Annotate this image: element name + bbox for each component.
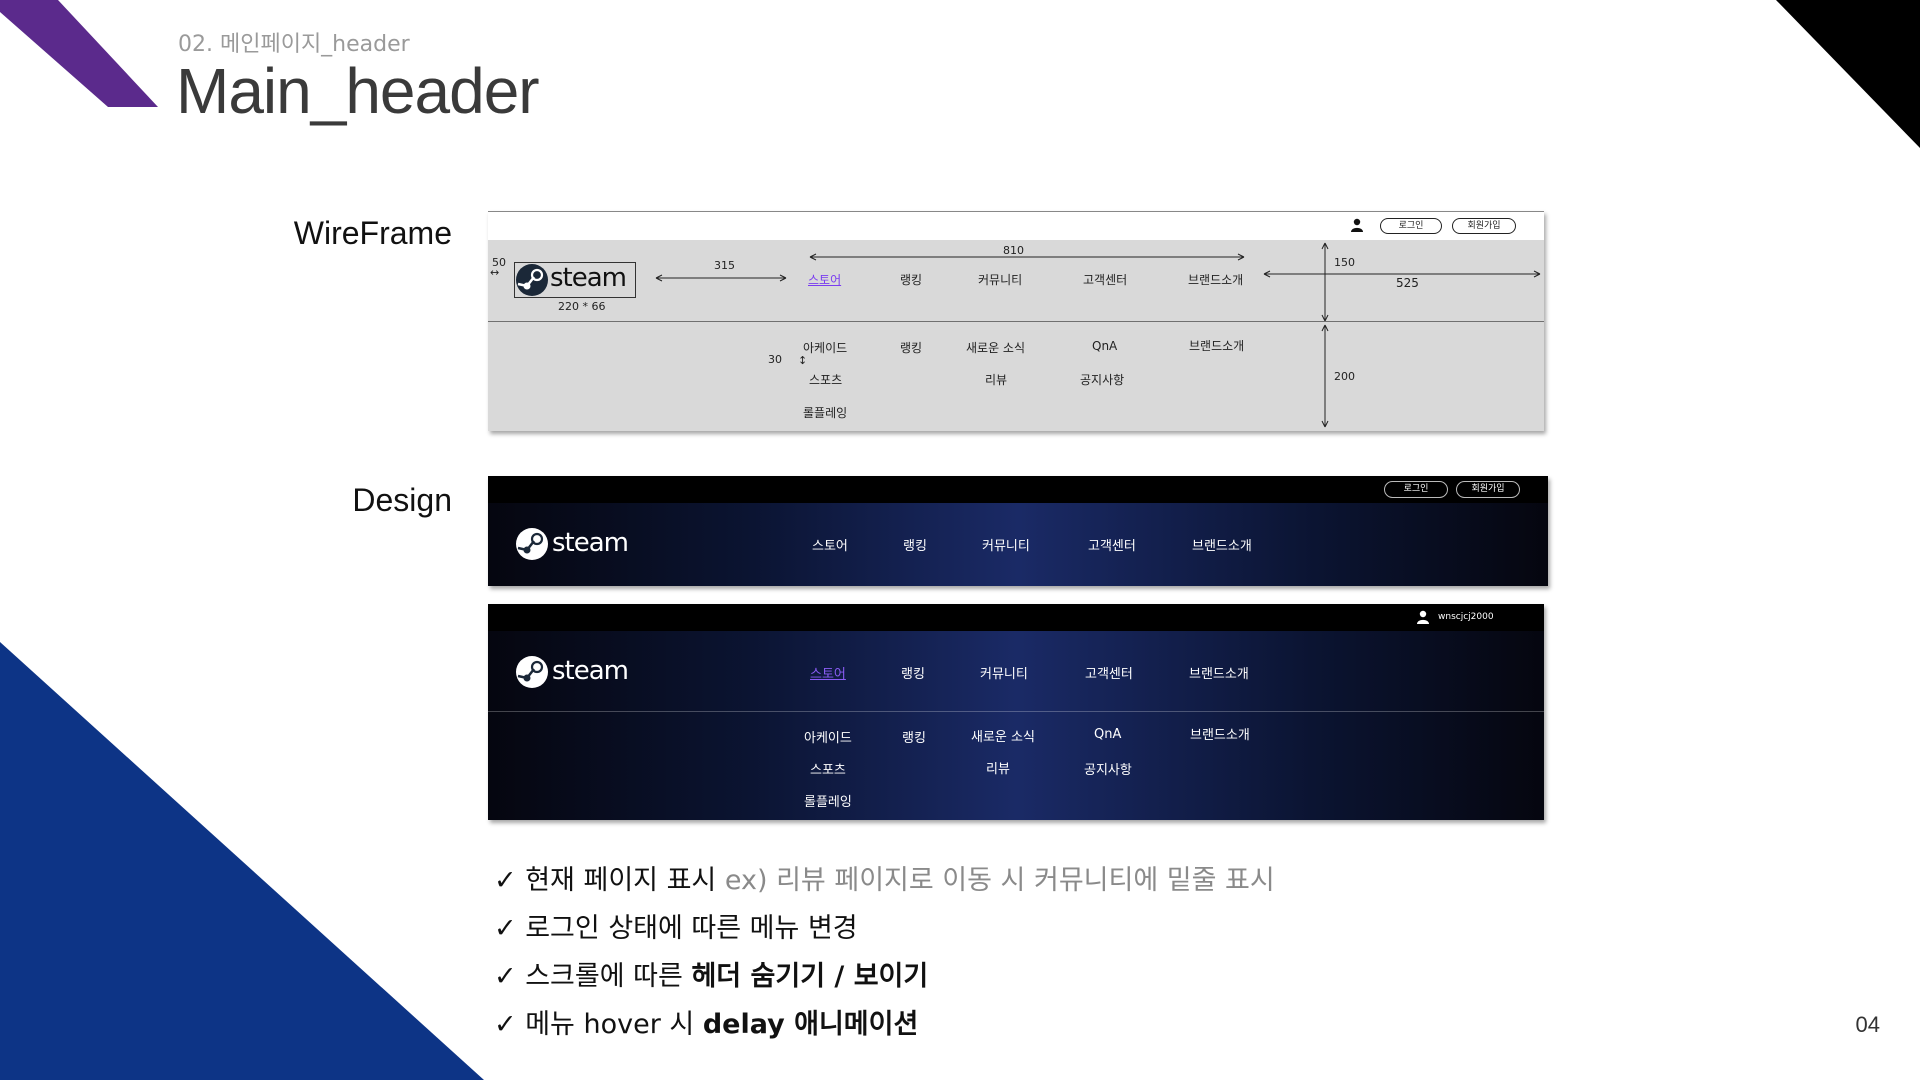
design2-sub-ranking[interactable]: 랭킹 xyxy=(902,727,926,746)
wf-sub-arcade[interactable]: 아케이드 xyxy=(803,339,847,356)
dim-50-arrow: ↔ xyxy=(490,266,500,279)
slide-title: Main_header xyxy=(176,55,540,127)
dim-150-label: 150 xyxy=(1334,256,1355,269)
wf-sub-roleplaying[interactable]: 롤플레잉 xyxy=(803,404,847,421)
design2-sub-qna[interactable]: QnA xyxy=(1094,727,1121,742)
wf-sub-brand[interactable]: 브랜드소개 xyxy=(1189,337,1244,354)
logo-size-label: 220 * 66 xyxy=(558,300,606,313)
wf-nav-store[interactable]: 스토어 xyxy=(808,271,841,288)
login-button[interactable]: 로그인 xyxy=(1380,218,1442,234)
dim-150-arrow xyxy=(1321,242,1329,322)
design1-signup-button[interactable]: 회원가입 xyxy=(1456,481,1520,498)
steam-logo-icon xyxy=(516,264,548,296)
dim-315-arrow xyxy=(655,274,787,282)
wf-nav-community[interactable]: 커뮤니티 xyxy=(978,271,1022,288)
wf-sub-ranking[interactable]: 랭킹 xyxy=(900,339,922,356)
dim-315-label: 315 xyxy=(714,259,735,272)
wireframe-logo-text: steam xyxy=(550,263,627,293)
wireframe-top-bar: 로그인 회원가입 xyxy=(488,211,1544,240)
dim-810-arrow xyxy=(809,253,1245,261)
design1-nav-ranking[interactable]: 랭킹 xyxy=(903,535,927,554)
design2-nav-brand[interactable]: 브랜드소개 xyxy=(1189,663,1249,682)
design2-sub-arcade[interactable]: 아케이드 xyxy=(804,727,852,746)
design2-logo-text: steam xyxy=(552,656,629,686)
wf-sub-review[interactable]: 리뷰 xyxy=(985,371,1007,388)
wf-nav-support[interactable]: 고객센터 xyxy=(1083,271,1127,288)
design1-nav-brand[interactable]: 브랜드소개 xyxy=(1192,535,1252,554)
design2-top-bar: wnscjcj2000 xyxy=(488,604,1544,631)
blue-corner-triangle xyxy=(0,642,484,1080)
design2-nav-ranking[interactable]: 랭킹 xyxy=(901,663,925,682)
design1-nav-community[interactable]: 커뮤니티 xyxy=(982,535,1030,554)
wf-sub-sports[interactable]: 스포츠 xyxy=(809,371,842,388)
design-label: Design xyxy=(352,482,452,518)
dim-30-label: 30 xyxy=(768,353,782,366)
note-scroll-header: ✓ 스크롤에 따른 헤더 숨기기 / 보이기 xyxy=(494,961,929,992)
design1-top-bar: 로그인 회원가입 xyxy=(488,476,1548,503)
username-label[interactable]: wnscjcj2000 xyxy=(1438,612,1494,622)
check-icon: ✓ xyxy=(494,1009,517,1040)
wf-sub-notice[interactable]: 공지사항 xyxy=(1080,371,1124,388)
design2-nav-community[interactable]: 커뮤니티 xyxy=(980,663,1028,682)
check-icon: ✓ xyxy=(494,961,517,992)
wireframe-divider xyxy=(488,321,1544,322)
wireframe-header: 로그인 회원가입 50 ↔ steam 220 * 66 315 810 스토어… xyxy=(488,211,1544,431)
wf-nav-ranking[interactable]: 랭킹 xyxy=(900,271,922,288)
dim-200-arrow xyxy=(1321,324,1329,428)
design1-nav-store[interactable]: 스토어 xyxy=(812,535,848,554)
wf-sub-news[interactable]: 새로운 소식 xyxy=(966,339,1025,356)
dim-525-label: 525 xyxy=(1396,276,1419,290)
wf-sub-qna[interactable]: QnA xyxy=(1092,339,1117,353)
check-icon: ✓ xyxy=(494,913,517,944)
dim-200-label: 200 xyxy=(1334,370,1355,383)
wf-nav-brand[interactable]: 브랜드소개 xyxy=(1188,271,1243,288)
design2-sub-notice[interactable]: 공지사항 xyxy=(1084,759,1132,778)
steam-logo-icon xyxy=(516,656,548,688)
design2-sub-sports[interactable]: 스포츠 xyxy=(810,759,846,778)
design2-nav-support[interactable]: 고객센터 xyxy=(1085,663,1133,682)
design2-sub-roleplaying[interactable]: 롤플레잉 xyxy=(804,791,852,810)
design2-divider xyxy=(488,711,1544,712)
design2-nav-store-active[interactable]: 스토어 xyxy=(810,663,846,682)
design1-logo-text: steam xyxy=(552,528,629,558)
user-icon xyxy=(1417,610,1429,624)
note-hover-delay: ✓ 메뉴 hover 시 delay 애니메이션 xyxy=(494,1009,919,1040)
design2-sub-news[interactable]: 새로운 소식 xyxy=(971,726,1035,745)
signup-button[interactable]: 회원가입 xyxy=(1452,218,1516,234)
wireframe-label: WireFrame xyxy=(293,215,452,251)
user-icon xyxy=(1351,218,1363,232)
design-header-logged-in: wnscjcj2000 steam 스토어 랭킹 커뮤니티 고객센터 브랜드소개… xyxy=(488,604,1544,820)
page-number: 04 xyxy=(1855,1012,1880,1037)
note-login-menu: ✓ 로그인 상태에 따른 메뉴 변경 xyxy=(494,913,858,944)
steam-logo-icon xyxy=(516,528,548,560)
black-corner-triangle xyxy=(1776,0,1920,148)
purple-stripe xyxy=(0,0,158,107)
design2-sub-brand[interactable]: 브랜드소개 xyxy=(1190,724,1250,743)
design2-sub-review[interactable]: 리뷰 xyxy=(986,758,1010,777)
design1-login-button[interactable]: 로그인 xyxy=(1384,481,1448,498)
design-header-logged-out: 로그인 회원가입 steam 스토어 랭킹 커뮤니티 고객센터 브랜드소개 xyxy=(488,476,1548,586)
check-icon: ✓ xyxy=(494,865,517,896)
design1-nav-support[interactable]: 고객센터 xyxy=(1088,535,1136,554)
note-current-page: ✓ 현재 페이지 표시 ex) 리뷰 페이지로 이동 시 커뮤니티에 밑줄 표시 xyxy=(494,865,1275,896)
